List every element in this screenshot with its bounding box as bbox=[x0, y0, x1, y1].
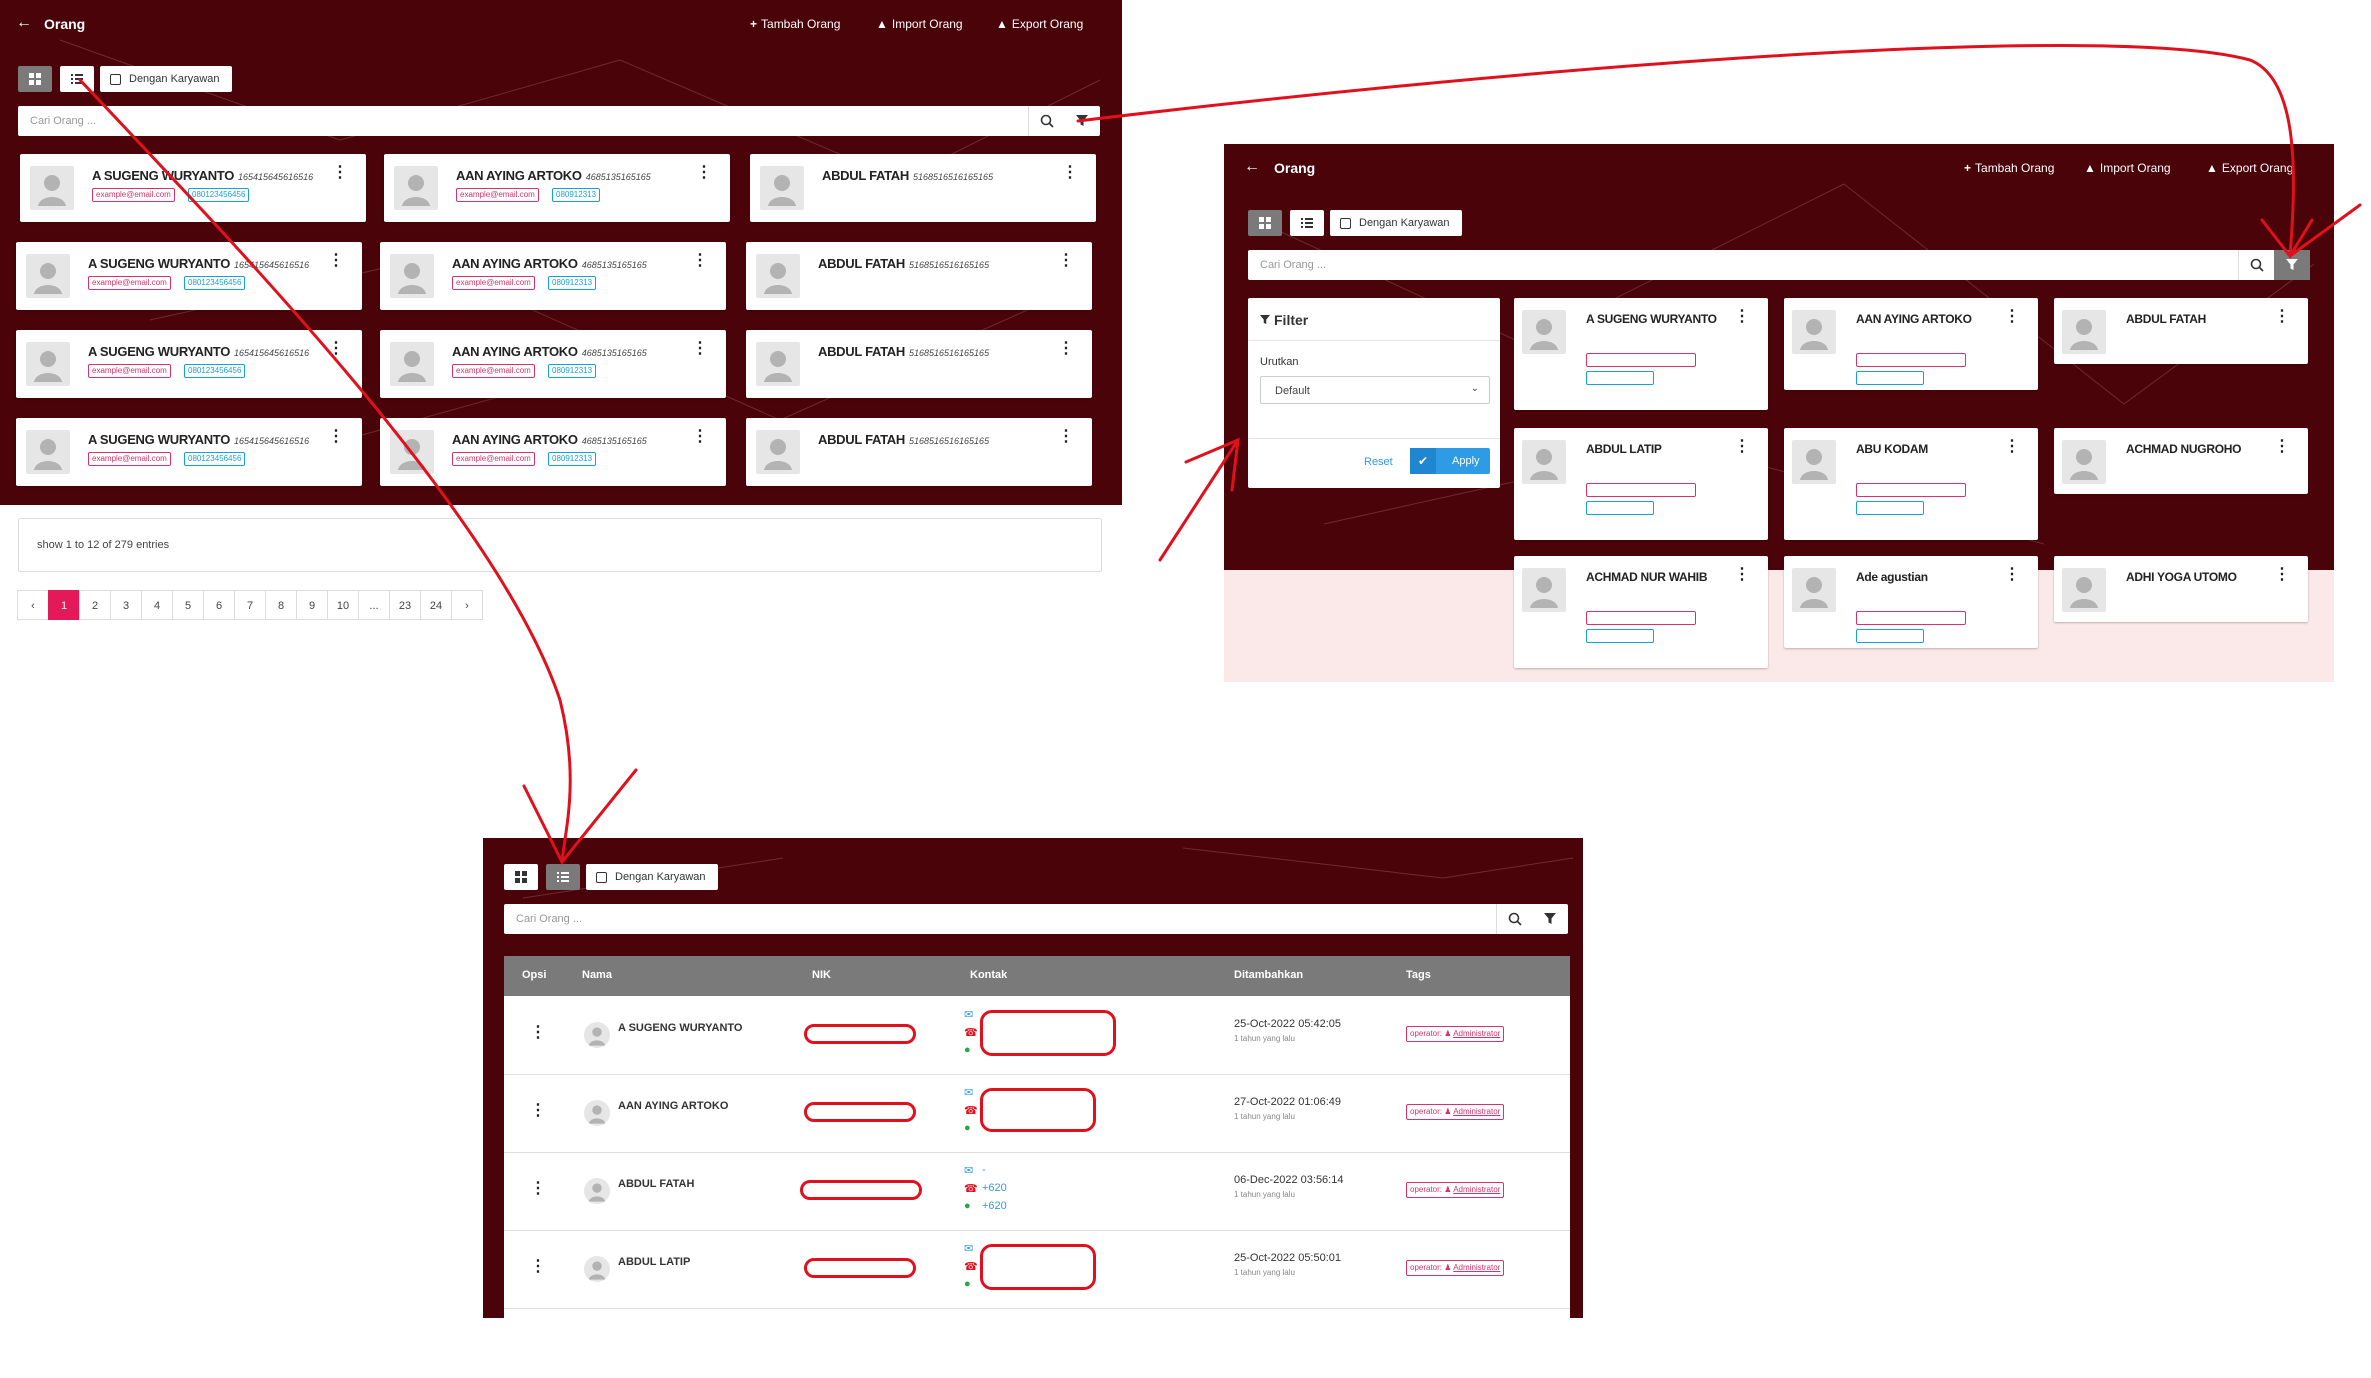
annotation-arrow-panel bbox=[1158, 437, 1240, 562]
annotation-arrow-list bbox=[78, 78, 572, 864]
annotation-arrow-filter bbox=[1076, 43, 2295, 258]
annotation-arrowhead-filter bbox=[2260, 203, 2362, 259]
annotation-overlay bbox=[78, 43, 2362, 865]
annotation-arrowhead-list bbox=[522, 768, 638, 865]
